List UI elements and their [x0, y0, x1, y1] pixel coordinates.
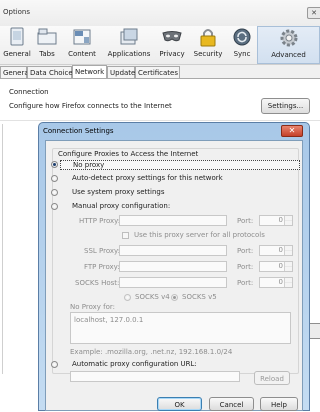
ok-button[interactable]: OK	[157, 397, 202, 411]
subtab-network[interactable]: Network	[72, 65, 107, 79]
same-proxy-label: Use this proxy server for all protocols	[134, 231, 265, 239]
http-proxy-label: HTTP Proxy:	[79, 217, 121, 225]
http-proxy-input[interactable]	[119, 215, 227, 226]
ssl-proxy-input[interactable]	[119, 245, 227, 256]
subtab-data-choices[interactable]: Data Choices	[27, 66, 76, 78]
general-icon	[10, 27, 24, 46]
auto-config-url-input[interactable]	[70, 371, 240, 382]
ssl-port-input[interactable]: 0	[259, 245, 293, 256]
reload-button[interactable]: Reload	[254, 371, 290, 385]
http-port-input[interactable]: 0	[259, 215, 293, 226]
radio-system-proxy[interactable]	[51, 189, 58, 196]
subtab-general[interactable]: General	[0, 66, 31, 78]
dialog-close-button[interactable]: ✕	[281, 125, 303, 137]
panel-divider	[0, 120, 320, 121]
socks-port-label: Port:	[237, 279, 254, 287]
ftp-port-label: Port:	[237, 263, 254, 271]
subtab-update[interactable]: Update	[107, 66, 135, 78]
ftp-proxy-input[interactable]	[119, 261, 227, 272]
options-window-title: Options	[3, 8, 31, 16]
connection-settings-dialog: Connection Settings ✕ Configure Proxies …	[38, 122, 310, 411]
ftp-port-input[interactable]: 0	[259, 261, 293, 272]
connection-heading: Connection	[9, 88, 49, 96]
panel-group-border	[2, 124, 3, 374]
toolbar-sync[interactable]: Sync	[228, 26, 256, 64]
no-proxy-option[interactable]: No proxy	[60, 160, 300, 170]
dialog-body: Configure Proxies to Access the Internet…	[45, 140, 303, 411]
subtab-certificates[interactable]: Certificates	[135, 66, 180, 78]
toolbar-tabs[interactable]: Tabs	[33, 26, 61, 64]
options-toolbar: General Tabs Content Applications Privac…	[0, 26, 320, 65]
system-proxy-label[interactable]: Use system proxy settings	[72, 188, 165, 196]
http-port-label: Port:	[237, 217, 254, 225]
radio-auto-detect[interactable]	[51, 175, 58, 182]
radio-socks-v5[interactable]	[171, 294, 178, 301]
options-close-button[interactable]: ✕	[307, 7, 320, 19]
ssl-proxy-label: SSL Proxy:	[84, 247, 121, 255]
content-icon	[73, 29, 91, 45]
socks-host-label: SOCKS Host:	[75, 279, 120, 287]
toolbar-applications[interactable]: Applications	[104, 26, 154, 64]
socks-port-input[interactable]: 0	[259, 277, 293, 288]
socks-v5-label: SOCKS v5	[182, 293, 217, 301]
padlock-icon	[200, 29, 216, 47]
no-proxy-example: Example: .mozilla.org, .net.nz, 192.168.…	[70, 348, 233, 356]
sync-icon	[233, 28, 251, 46]
auto-detect-label[interactable]: Auto-detect proxy settings for this netw…	[72, 174, 223, 182]
radio-auto-config-url[interactable]	[51, 361, 58, 368]
toolbar-privacy[interactable]: Privacy	[156, 26, 188, 64]
options-titlebar: Options ✕	[0, 0, 320, 26]
help-button[interactable]: Help	[260, 397, 298, 411]
socks-v4-label: SOCKS v4	[135, 293, 170, 301]
toolbar-general[interactable]: General	[2, 26, 32, 64]
ssl-port-label: Port:	[237, 247, 254, 255]
radio-manual-proxy[interactable]	[51, 203, 58, 210]
proxy-group-label: Configure Proxies to Access the Internet	[58, 150, 199, 158]
toolbar-advanced[interactable]: Advanced	[257, 26, 320, 64]
no-proxy-label: No proxy	[73, 161, 105, 169]
toolbar-security[interactable]: Security	[190, 26, 226, 64]
gear-icon	[280, 29, 297, 47]
connection-settings-button[interactable]: Settings...	[261, 98, 310, 114]
no-proxy-for-textarea[interactable]: localhost, 127.0.0.1	[70, 312, 291, 344]
toolbar-content[interactable]: Content	[62, 26, 102, 64]
manual-proxy-label[interactable]: Manual proxy configuration:	[72, 202, 170, 210]
radio-no-proxy[interactable]	[51, 161, 58, 168]
socks-host-input[interactable]	[119, 277, 227, 288]
tabs-icon	[37, 28, 57, 45]
cancel-button[interactable]: Cancel	[209, 397, 254, 411]
connection-description: Configure how Firefox connects to the In…	[9, 102, 172, 110]
same-proxy-checkbox[interactable]	[122, 232, 129, 239]
no-proxy-for-label: No Proxy for:	[70, 303, 116, 311]
dialog-title: Connection Settings	[43, 127, 114, 135]
privacy-mask-icon	[162, 31, 182, 42]
auto-config-url-label[interactable]: Automatic proxy configuration URL:	[72, 360, 197, 368]
ftp-proxy-label: FTP Proxy:	[84, 263, 120, 271]
radio-socks-v4[interactable]	[124, 294, 131, 301]
applications-icon	[120, 28, 138, 45]
